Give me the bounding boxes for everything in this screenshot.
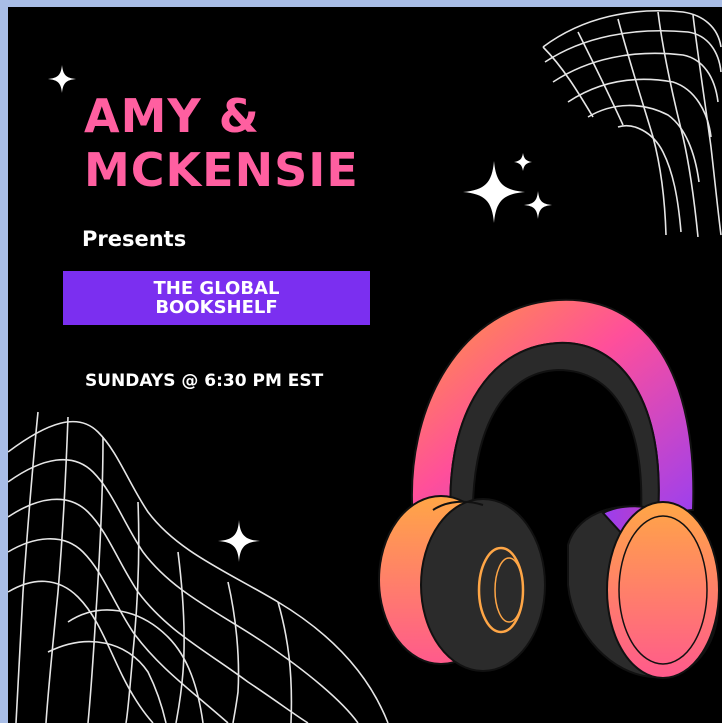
presents-label: Presents [82, 227, 187, 251]
title-line-1: AMY & [84, 89, 260, 143]
sparkle-icon [48, 65, 76, 93]
schedule-text: SUNDAYS @ 6:30 PM EST [85, 371, 324, 391]
wireframe-mesh-top-right-icon [542, 9, 722, 237]
show-title-banner: THE GLOBAL BOOKSHELF [63, 271, 370, 325]
sparkle-small-icon [514, 153, 532, 171]
poster: AMY & MCKENSIE Presents THE GLOBAL BOOKS… [8, 7, 722, 723]
wireframe-mesh-bottom-left-icon [8, 411, 389, 723]
headphones-icon [378, 298, 720, 679]
page-title: AMY & MCKENSIE [84, 89, 359, 197]
banner-line-1: THE GLOBAL [153, 278, 280, 299]
sparkle-bottom-icon [218, 520, 260, 562]
title-line-2: MCKENSIE [84, 143, 359, 197]
banner-line-2: BOOKSHELF [155, 297, 278, 318]
sparkle-small-icon-2 [524, 191, 552, 219]
